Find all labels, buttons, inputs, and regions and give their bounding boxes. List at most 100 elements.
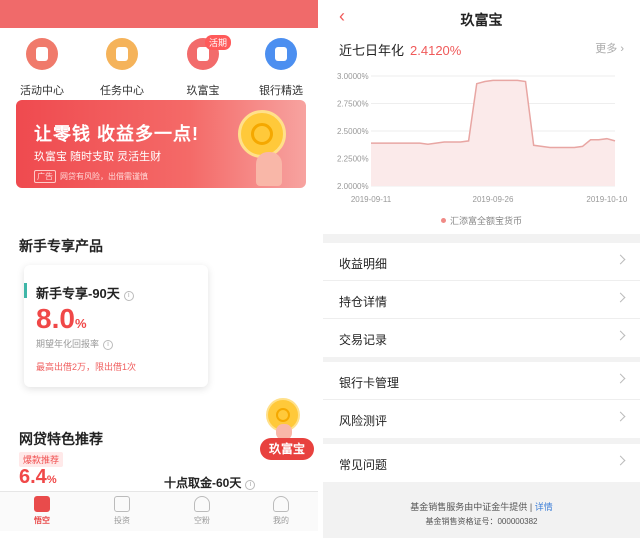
chevron-right-icon: ›: [620, 43, 624, 55]
chevron-right-icon: [615, 292, 626, 303]
quick-item-activity-center[interactable]: 活动中心: [7, 38, 77, 98]
ad-tag: 广告: [34, 170, 56, 183]
more-label: 更多: [595, 43, 618, 55]
gold-coin-icon: [238, 110, 286, 158]
info-icon[interactable]: i: [103, 340, 114, 350]
y-tick-label: 2.5000%: [337, 127, 369, 136]
footer-text: 基金销售服务由中证金牛提供: [410, 502, 528, 512]
footer-line-1: 基金销售服务由中证金牛提供 | 详情: [323, 500, 640, 513]
y-tick-label: 2.7500%: [337, 100, 369, 109]
menu-item-risk-assessment[interactable]: 风险测评: [323, 400, 640, 438]
more-link[interactable]: 更多 ›: [595, 40, 624, 56]
banner-risk-note: 广告 网贷有风险，出借需谨慎: [34, 170, 148, 183]
tab-invest[interactable]: 投资: [92, 496, 152, 526]
floating-label: 玖富宝: [260, 438, 314, 460]
menu-group-1: 收益明细 持仓详情 交易记录: [323, 243, 640, 357]
tab-profile[interactable]: 我的: [251, 496, 311, 526]
info-icon[interactable]: i: [245, 480, 256, 490]
quick-item-label: 银行精选: [259, 85, 303, 97]
menu-item-label: 风险测评: [339, 414, 388, 428]
footer-disclaimer: 基金销售服务由中证金牛提供 | 详情 基金销售资格证号：000000382: [323, 500, 640, 527]
page-title: 玖富宝: [460, 12, 503, 28]
quick-item-jiufubao[interactable]: 活期 玖富宝: [168, 35, 238, 98]
fans-icon: [194, 496, 210, 512]
chart-legend: 汇添富全额宝货币: [323, 214, 640, 227]
featured-product-name: 十点取金-60天: [164, 476, 242, 490]
bottom-tab-bar: 悟空 投资 空粉 我的: [0, 491, 318, 531]
hand-icon: [256, 152, 282, 186]
bank-icon: [265, 38, 297, 70]
chevron-right-icon: [615, 411, 626, 422]
profile-icon: [273, 496, 289, 512]
x-tick-label: 2019-09-26: [473, 195, 514, 204]
limit-text: 最高出借2万，限出借1次: [36, 362, 137, 372]
activity-icon: [26, 38, 58, 70]
quick-item-label: 玖富宝: [186, 85, 220, 97]
legend-label: 汇添富全额宝货币: [449, 216, 522, 226]
yield-label: 近七日年化: [339, 43, 405, 58]
quick-item-task-center[interactable]: 任务中心: [87, 38, 157, 98]
quick-entry-row: 活动中心 任务中心 活期 玖富宝 银行精选: [0, 34, 318, 98]
legend-dot-icon: [440, 218, 446, 223]
menu-group-2: 银行卡管理 风险测评: [323, 362, 640, 438]
x-tick-label: 2019-10-10: [586, 195, 627, 204]
menu-item-faq[interactable]: 常见问题: [323, 444, 640, 482]
y-tick-label: 3.0000%: [337, 72, 369, 81]
nav-bar: ‹ 玖富宝: [323, 0, 640, 34]
menu-item-transactions[interactable]: 交易记录: [323, 319, 640, 357]
product-name-line: 新手专享-90天 i: [36, 283, 134, 302]
menu-item-label: 交易记录: [339, 333, 388, 347]
rate-value: 6.4: [19, 466, 47, 488]
accent-bar: [24, 283, 27, 298]
y-tick-label: 2.0000%: [337, 182, 369, 191]
task-icon: [106, 38, 138, 70]
risk-note-text: 网贷有风险，出借需谨慎: [60, 172, 148, 181]
quick-item-bank-selection[interactable]: 银行精选: [246, 38, 316, 98]
menu-item-holding-details[interactable]: 持仓详情: [323, 281, 640, 319]
promo-banner[interactable]: 让零钱 收益多一点! 玖富宝 随时支取 灵活生财 广告 网贷有风险，出借需谨慎: [16, 100, 306, 188]
yield-chart-card: 近七日年化 2.4120% 更多 › 2.0000% 2.2500% 2.5000% 2…: [323, 34, 640, 234]
tab-label: 投资: [114, 516, 130, 525]
menu-item-label: 常见问题: [339, 458, 388, 472]
menu-group-3: 常见问题: [323, 444, 640, 482]
menu-item-label: 持仓详情: [339, 295, 388, 309]
menu-item-bank-card[interactable]: 银行卡管理: [323, 362, 640, 400]
featured-product-name-line[interactable]: 十点取金-60天 i: [164, 474, 256, 491]
rate-display: 8.0%: [36, 303, 87, 335]
tab-label: 悟空: [34, 516, 50, 525]
chevron-right-icon: [615, 455, 626, 466]
home-screen: 活动中心 任务中心 活期 玖富宝 银行精选 让零钱 收益多一点! 玖富宝 随时支…: [0, 0, 318, 538]
featured-rate: 6.4%: [19, 466, 57, 489]
yield-summary: 近七日年化 2.4120%: [339, 40, 461, 59]
header-strip: [0, 0, 318, 28]
footer-separator: |: [529, 502, 533, 512]
badge-current: 活期: [205, 35, 232, 50]
info-icon[interactable]: i: [123, 291, 134, 301]
chevron-right-icon: [615, 373, 626, 384]
quick-item-label: 活动中心: [20, 85, 64, 97]
chevron-right-icon: [615, 330, 626, 341]
quick-item-label: 任务中心: [100, 85, 144, 97]
invest-icon: [114, 496, 130, 512]
rate-unit: %: [46, 474, 57, 486]
banner-subtitle: 玖富宝 随时支取 灵活生财: [34, 151, 162, 163]
newbie-section-title: 新手专享产品: [19, 238, 103, 254]
tab-wukong[interactable]: 悟空: [12, 496, 72, 526]
tab-label: 空粉: [194, 516, 210, 525]
x-tick-label: 2019-09-11: [351, 195, 392, 204]
footer-details-link[interactable]: 详情: [535, 502, 553, 512]
tab-fans[interactable]: 空粉: [172, 496, 232, 526]
hot-badge: 爆款推荐: [19, 452, 64, 467]
menu-item-income-details[interactable]: 收益明细: [323, 243, 640, 281]
tab-label: 我的: [273, 516, 289, 525]
rate-label: 期望年化回报率: [36, 339, 100, 349]
rate-label-line: 期望年化回报率 i: [36, 337, 114, 350]
featured-section-title: 网贷特色推荐: [19, 431, 103, 447]
yield-value: 2.4120%: [410, 43, 462, 58]
jiufubao-detail-screen: ‹ 玖富宝 近七日年化 2.4120% 更多 › 2.0000% 2.2500% 2.…: [323, 0, 640, 538]
wukong-icon: [34, 496, 50, 512]
chevron-right-icon: [615, 254, 626, 265]
newbie-product-card[interactable]: 新手专享-90天 i 8.0% 期望年化回报率 i 最高出借2万，限出借1次: [24, 265, 208, 387]
floating-jiufubao-button[interactable]: 玖富宝: [254, 398, 314, 462]
menu-item-label: 收益明细: [339, 257, 388, 271]
